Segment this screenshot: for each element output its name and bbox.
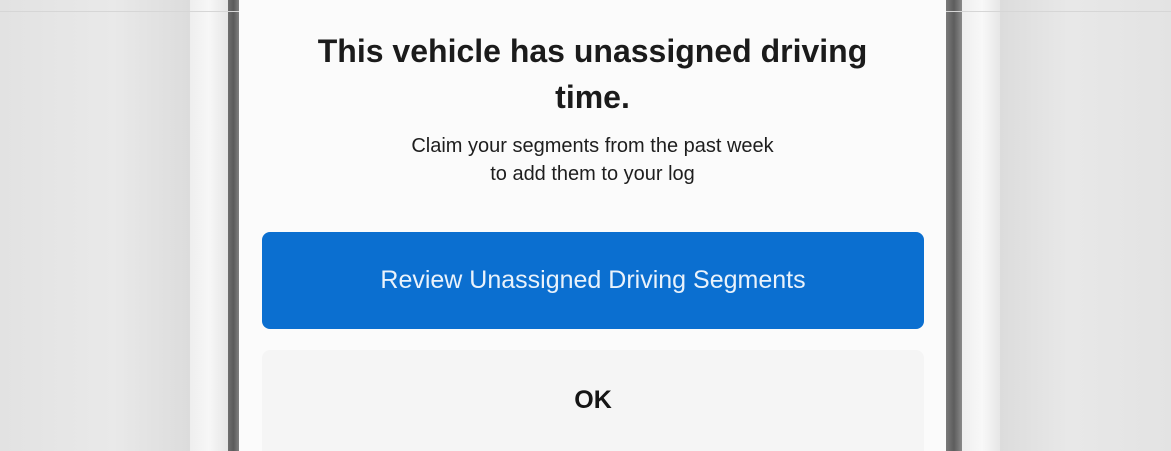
device-frame-left-edge [228,0,239,451]
dialog-subtitle: Claim your segments from the past week t… [239,132,946,188]
dialog-title-line-1: This vehicle has unassigned driving [317,33,868,69]
unassigned-driving-dialog: This vehicle has unassigned driving time… [239,0,946,451]
dialog-subtitle-line-2: to add them to your log [490,163,695,185]
ok-button[interactable]: OK [262,350,924,451]
review-unassigned-segments-label: Review Unassigned Driving Segments [380,266,806,294]
review-unassigned-segments-button[interactable]: Review Unassigned Driving Segments [262,232,924,329]
background-left [0,0,190,451]
background-right [1000,0,1171,451]
dialog-title: This vehicle has unassigned driving time… [239,28,946,120]
dialog-title-line-2: time. [555,79,630,115]
background-right-strip [962,0,1002,451]
background-left-strip [190,0,228,451]
ok-button-label: OK [574,386,612,414]
device-frame-right-edge [946,0,962,451]
dialog-subtitle-line-1: Claim your segments from the past week [411,135,774,157]
